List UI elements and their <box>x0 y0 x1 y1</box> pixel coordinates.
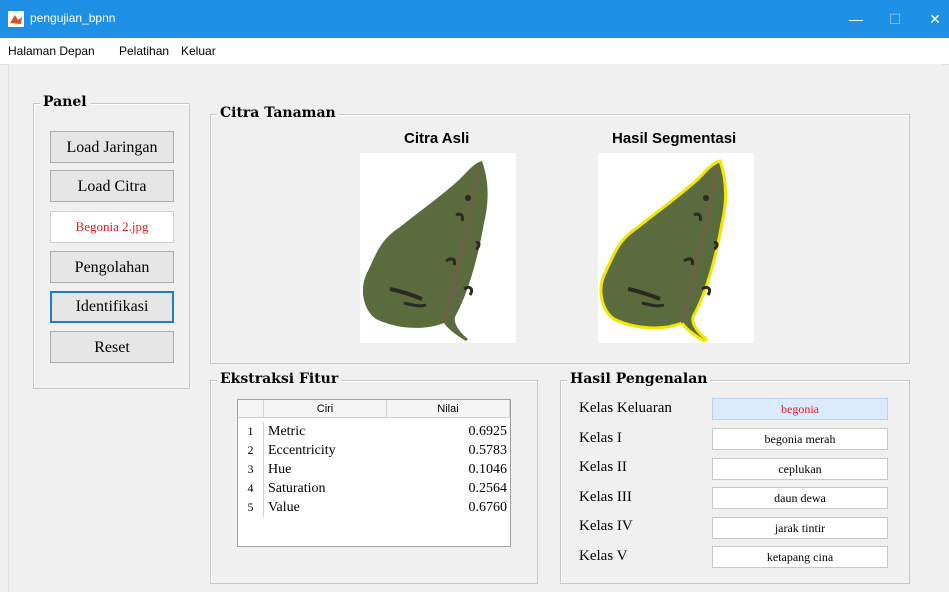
kelas-2-value: ceplukan <box>712 458 888 480</box>
table-row[interactable]: 3 Hue 0.1046 <box>238 460 510 479</box>
feature-table[interactable]: Ciri Nilai 1 Metric 0.6925 2 Eccentricit… <box>237 399 511 547</box>
panel-group: Panel Load Jaringan Load Citra Begonia 2… <box>33 94 190 389</box>
hasil-segmentasi-image <box>598 153 754 343</box>
cell-ciri: Hue <box>268 462 292 477</box>
kelas-3-label: Kelas III <box>579 489 632 505</box>
cell-ciri: Value <box>268 500 300 515</box>
hasil-segmentasi-title: Hasil Segmentasi <box>612 130 737 147</box>
cell-nilai: 0.2564 <box>468 481 508 496</box>
table-row[interactable]: 1 Metric 0.6925 <box>238 422 510 441</box>
table-row[interactable]: 5 Value 0.6760 <box>238 498 510 517</box>
identifikasi-button[interactable]: Identifikasi <box>50 291 174 323</box>
leaf-image <box>362 161 488 341</box>
column-header-nilai[interactable]: Nilai <box>387 400 510 418</box>
column-header-ciri[interactable]: Ciri <box>264 400 387 418</box>
cell-nilai: 0.5783 <box>468 443 508 458</box>
segmented-leaf-image <box>599 159 728 343</box>
minimize-button[interactable]: — <box>845 8 867 30</box>
table-row[interactable]: 4 Saturation 0.2564 <box>238 479 510 498</box>
kelas-2-label: Kelas II <box>579 459 627 475</box>
load-jaringan-button[interactable]: Load Jaringan <box>50 131 174 163</box>
kelas-keluaran-label: Kelas Keluaran <box>579 400 672 416</box>
row-number: 1 <box>238 422 264 441</box>
menu-halaman-depan[interactable]: Halaman Depan <box>8 44 95 58</box>
file-name-display: Begonia 2.jpg <box>50 211 174 243</box>
cell-ciri: Eccentricity <box>268 443 336 458</box>
citra-tanaman-title: Citra Tanaman <box>217 105 339 121</box>
kelas-5-value: ketapang cina <box>712 546 888 568</box>
maximize-button[interactable]: ☐ <box>884 8 906 30</box>
kelas-1-value: begonia merah <box>712 428 888 450</box>
panel-title: Panel <box>40 94 90 110</box>
menu-keluar[interactable]: Keluar <box>181 44 216 58</box>
menu-pelatihan[interactable]: Pelatihan <box>119 44 169 58</box>
kelas-4-value: jarak tintir <box>712 517 888 539</box>
ekstraksi-fitur-title: Ekstraksi Fitur <box>217 371 342 387</box>
cell-nilai: 0.6760 <box>468 500 508 515</box>
citra-tanaman-group: Citra Tanaman <box>210 105 910 364</box>
kelas-1-label: Kelas I <box>579 430 622 446</box>
kelas-keluaran-value: begonia <box>712 398 888 420</box>
close-button[interactable]: ✕ <box>924 8 946 30</box>
cell-ciri: Metric <box>268 424 306 439</box>
row-number: 5 <box>238 498 264 517</box>
citra-asli-title: Citra Asli <box>404 130 470 147</box>
kelas-3-value: daun dewa <box>712 487 888 509</box>
cell-nilai: 0.6925 <box>468 424 508 439</box>
table-row[interactable]: 2 Eccentricity 0.5783 <box>238 441 510 460</box>
load-citra-button[interactable]: Load Citra <box>50 170 174 202</box>
table-corner <box>238 400 264 418</box>
reset-button[interactable]: Reset <box>50 331 174 363</box>
row-number: 3 <box>238 460 264 479</box>
menu-bar: Halaman Depan Pelatihan Keluar <box>0 38 949 65</box>
matlab-app-icon <box>8 11 24 27</box>
cell-ciri: Saturation <box>268 481 326 496</box>
title-bar: pengujian_bpnn — ☐ ✕ <box>0 0 949 38</box>
kelas-4-label: Kelas IV <box>579 518 633 534</box>
hasil-pengenalan-title: Hasil Pengenalan <box>567 371 711 387</box>
citra-asli-image <box>360 153 516 343</box>
cell-nilai: 0.1046 <box>468 462 508 477</box>
row-number: 2 <box>238 441 264 460</box>
window-title: pengujian_bpnn <box>30 11 116 25</box>
pengolahan-button[interactable]: Pengolahan <box>50 251 174 283</box>
row-number: 4 <box>238 479 264 498</box>
kelas-5-label: Kelas V <box>579 548 628 564</box>
